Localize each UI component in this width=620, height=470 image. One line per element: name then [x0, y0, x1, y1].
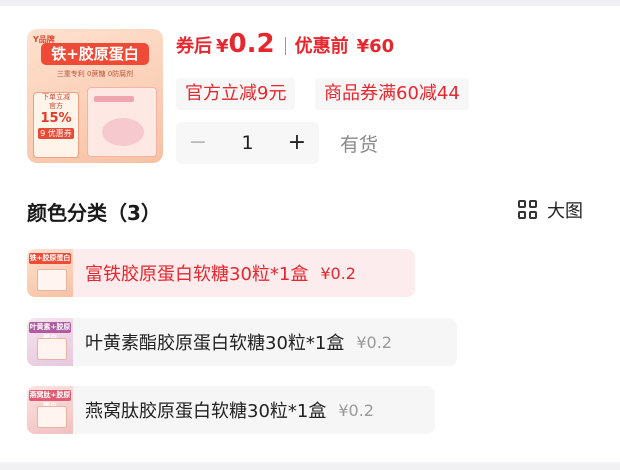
variant-option-iron[interactable]: 铁+胶原蛋白 富铁胶原蛋白软糖30粒*1盒 ¥0.2	[27, 249, 415, 297]
variant-section-title: 颜色分类（3）	[27, 201, 161, 225]
deal-line-official: 官方	[49, 102, 63, 110]
sku-selector-panel: Y品牌 铁+胶原蛋白 三重专利 0蔗糖 0防腐剂 下单立减 官方 15% 9 优…	[0, 0, 620, 470]
thumbnail-deal-card: 下单立减 官方 15% 9 优惠券	[33, 92, 79, 158]
stock-status: 有货	[340, 134, 379, 156]
bottom-divider	[0, 462, 620, 470]
variant-price: ¥0.2	[356, 332, 392, 352]
product-thumbnail[interactable]: Y品牌 铁+胶原蛋白 三重专利 0蔗糖 0防腐剂 下单立减 官方 15% 9 优…	[27, 29, 163, 163]
variant-box-image	[37, 338, 67, 360]
thumbnail-title: 铁+胶原蛋白	[41, 43, 149, 65]
box-stripe	[94, 96, 134, 102]
variant-name: 燕窝肽胶原蛋白软糖30粒*1盒	[85, 401, 327, 422]
large-view-toggle[interactable]: 大图	[518, 197, 583, 223]
variant-price: ¥0.2	[320, 263, 356, 283]
variant-thumbnail: 燕窝肽+胶原蛋白	[27, 386, 73, 434]
price-row: 券后 ¥ 0.2 优惠前 ¥60	[176, 29, 394, 63]
box-bowl-image	[102, 118, 144, 146]
quantity-value[interactable]: 1	[220, 122, 275, 164]
large-view-label: 大图	[547, 201, 583, 222]
decrease-quantity-button[interactable]: −	[176, 122, 220, 164]
top-divider	[0, 0, 620, 6]
variant-box-image	[37, 406, 67, 428]
deal-line: 下单立减	[42, 93, 70, 101]
deal-percent: 15%	[40, 111, 72, 126]
increase-quantity-button[interactable]: +	[275, 122, 319, 164]
variant-thumbnail: 铁+胶原蛋白	[27, 249, 73, 297]
coupon-tag-official[interactable]: 官方立减9元	[176, 78, 296, 110]
currency-symbol: ¥	[216, 36, 229, 57]
product-box-image	[87, 87, 157, 157]
deal-coupon: 9 优惠券	[38, 128, 74, 139]
before-discount-price: ¥60	[356, 36, 395, 57]
variant-option-lutein[interactable]: 叶黄素+胶原蛋白 叶黄素酯胶原蛋白软糖30粒*1盒 ¥0.2	[27, 318, 457, 366]
after-coupon-price: 0.2	[228, 29, 275, 59]
variant-thumbnail-label: 燕窝肽+胶原蛋白	[29, 390, 71, 410]
after-coupon-label: 券后	[176, 36, 212, 57]
grid-view-icon	[518, 200, 538, 220]
quantity-stepper: − 1 +	[176, 122, 319, 164]
before-discount-label: 优惠前	[294, 36, 349, 57]
variant-thumbnail-label: 叶黄素+胶原蛋白	[29, 322, 71, 342]
variant-box-image	[37, 269, 67, 291]
coupon-tag-store[interactable]: 商品券满60减44	[315, 78, 469, 110]
variant-thumbnail: 叶黄素+胶原蛋白	[27, 318, 73, 366]
thumbnail-subtitle: 三重专利 0蔗糖 0防腐剂	[56, 70, 134, 78]
variant-option-birdnest[interactable]: 燕窝肽+胶原蛋白 燕窝肽胶原蛋白软糖30粒*1盒 ¥0.2	[27, 386, 435, 434]
variant-name: 富铁胶原蛋白软糖30粒*1盒	[85, 264, 309, 285]
price-divider	[284, 37, 286, 55]
variant-price: ¥0.2	[338, 400, 374, 420]
variant-thumbnail-label: 铁+胶原蛋白	[29, 253, 71, 264]
variant-name: 叶黄素酯胶原蛋白软糖30粒*1盒	[85, 333, 345, 354]
